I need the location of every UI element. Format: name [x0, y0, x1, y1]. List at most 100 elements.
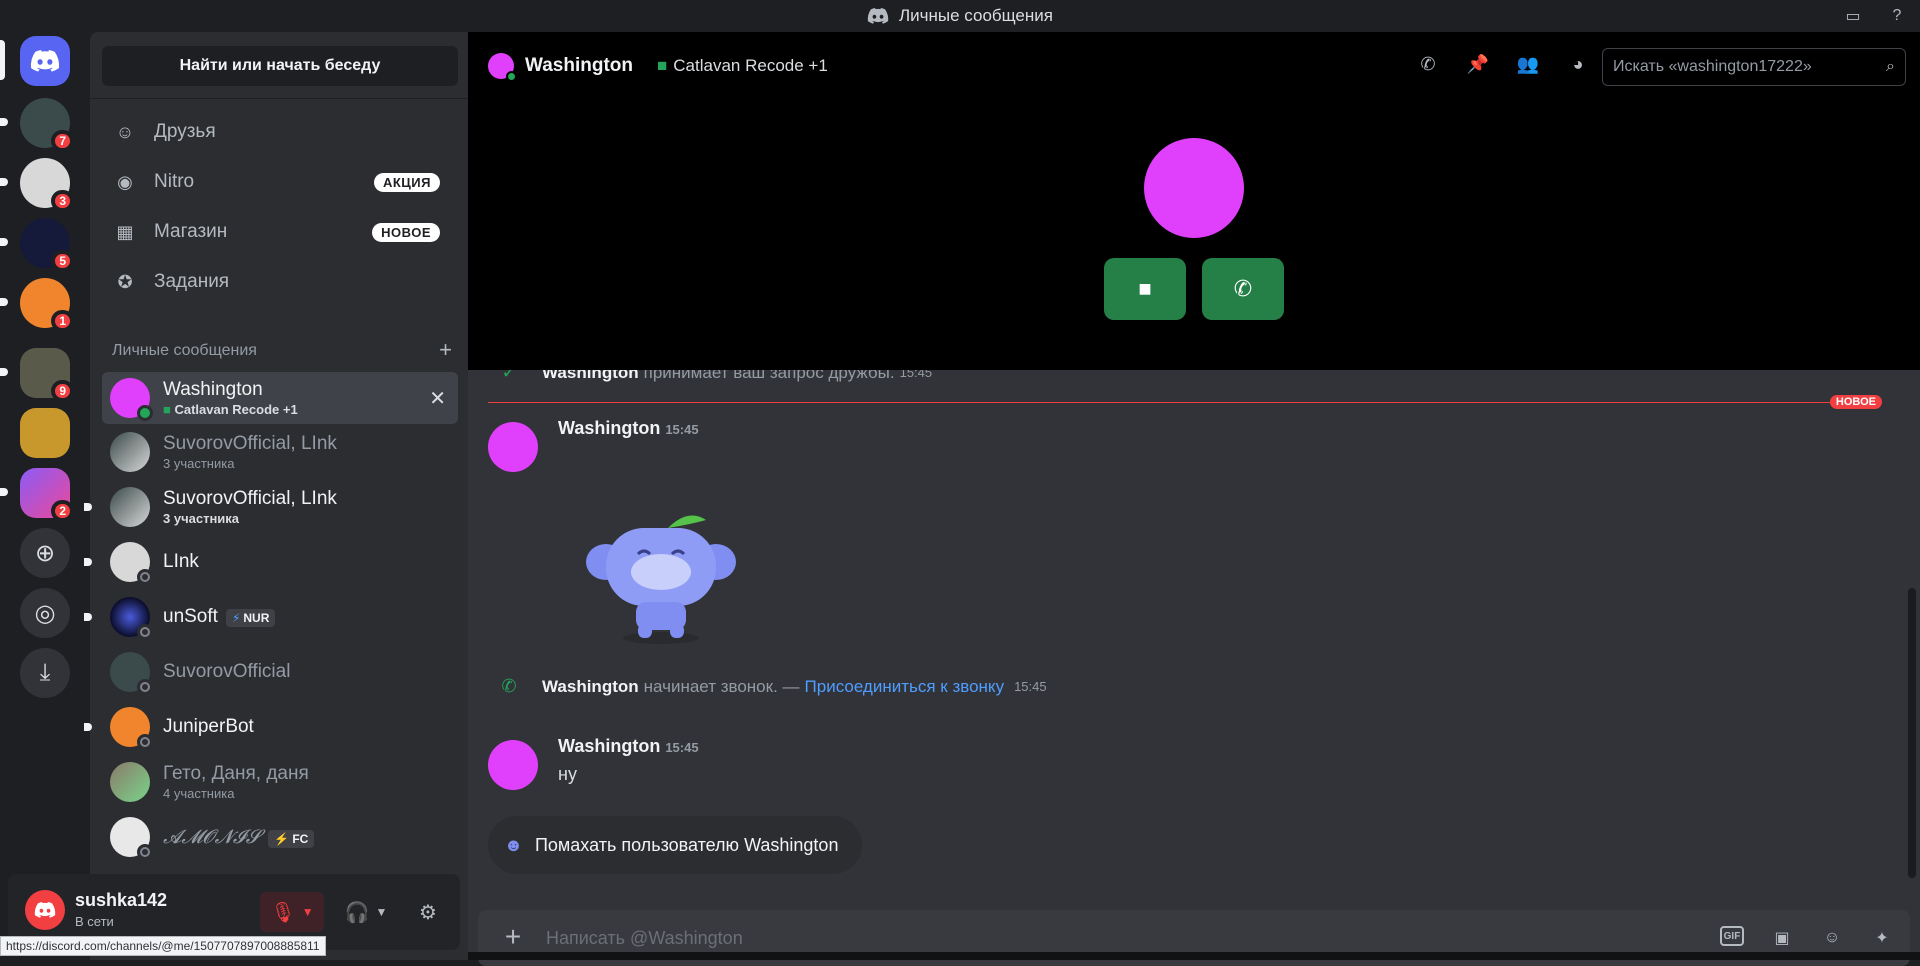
phone-icon: ✆: [1233, 276, 1253, 301]
dm-name-text: 𝓐𝓜𝓞𝓝𝓘𝓢: [163, 826, 261, 848]
home-button[interactable]: [20, 36, 70, 86]
help-icon[interactable]: ?: [1886, 5, 1908, 27]
unread-indicator: [84, 503, 92, 511]
group-avatar: [110, 487, 150, 527]
selected-indicator: [0, 40, 5, 80]
nav-label: Задания: [154, 271, 230, 292]
attach-plus-icon[interactable]: +: [500, 923, 526, 951]
server-icon[interactable]: 7: [20, 98, 74, 152]
server-icon[interactable]: 5: [20, 218, 74, 272]
dm-item-amonis[interactable]: 𝓐𝓜𝓞𝓝𝓘𝓢 ⚡ FC: [102, 811, 458, 863]
online-status-icon: [506, 71, 517, 82]
timestamp: 15:45: [899, 370, 933, 380]
chevron-down-icon[interactable]: ▼: [376, 905, 388, 919]
message-author[interactable]: Washington: [558, 418, 660, 438]
event-user[interactable]: Washington: [542, 677, 639, 697]
header-username[interactable]: Washington: [525, 55, 633, 77]
dm-item-washington[interactable]: Washington ■ Catlavan Recode +1 ✕: [102, 372, 458, 424]
avatar: [110, 542, 153, 585]
apps-icon[interactable]: ✦: [1870, 926, 1894, 950]
dm-name: SuvorovOfficial: [163, 661, 291, 682]
new-messages-badge: НОВОЕ: [1829, 395, 1882, 409]
wumpus-sticker[interactable]: [576, 510, 746, 650]
dm-activity: ■ Catlavan Recode +1: [163, 402, 298, 417]
user-settings-button[interactable]: ⚙: [408, 892, 448, 932]
event-user[interactable]: Washington: [542, 370, 639, 383]
message-author[interactable]: Washington: [558, 736, 660, 756]
chevron-down-icon[interactable]: ▼: [302, 905, 314, 919]
dm-item-group[interactable]: SuvorovOfficial, LInk 3 участника: [102, 426, 458, 478]
offline-status-icon: [140, 737, 150, 747]
mute-toggle[interactable]: 🎙 ▼: [260, 892, 324, 932]
dm-members: 4 участника: [163, 786, 235, 801]
bolt-icon: ⚡: [274, 832, 290, 846]
bottom-strip: [468, 952, 1920, 960]
add-friends-icon[interactable]: 👥: [1516, 52, 1540, 76]
gif-icon[interactable]: GIF: [1720, 926, 1744, 946]
title-bar: Личные сообщения ▭ ?: [0, 0, 1920, 32]
download-button[interactable]: ⤓: [20, 648, 70, 698]
unread-indicator: [0, 488, 8, 496]
join-video-call-button[interactable]: ■: [1104, 258, 1186, 320]
message-avatar[interactable]: [488, 422, 538, 472]
discord-logo-icon: [867, 8, 889, 24]
header-activity[interactable]: ■ Catlavan Recode +1: [657, 56, 828, 76]
dm-item-link[interactable]: LInk: [84, 536, 458, 588]
dm-item-unsoft[interactable]: unSoft ⚡ NUR: [84, 591, 458, 643]
close-dm-icon[interactable]: ✕: [429, 386, 446, 411]
message-input[interactable]: Написать @Washington: [546, 928, 743, 949]
message-avatar[interactable]: [488, 740, 538, 790]
nav-friends[interactable]: ☺ Друзья: [102, 110, 458, 154]
dm-members: 3 участника: [163, 456, 235, 471]
dm-name: 𝓐𝓜𝓞𝓝𝓘𝓢 ⚡ FC: [163, 826, 315, 848]
sticker-icon[interactable]: ▣: [1770, 926, 1794, 950]
timestamp: 15:45: [665, 740, 699, 755]
avatar: [110, 817, 153, 860]
server-icon[interactable]: 3: [20, 158, 74, 212]
offline-status-icon: [140, 627, 150, 637]
discord-logo-icon: [34, 902, 56, 918]
unread-indicator: [0, 298, 8, 306]
dm-item-suvorov[interactable]: SuvorovOfficial: [102, 646, 458, 698]
dm-item-group[interactable]: Гето, Даня, даня 4 участника: [102, 756, 458, 808]
find-conversation-button[interactable]: Найти или начать беседу: [102, 46, 458, 86]
scrollbar-thumb[interactable]: [1908, 588, 1916, 878]
voice-call-icon[interactable]: ✆: [1416, 52, 1440, 76]
create-dm-icon[interactable]: +: [439, 339, 452, 361]
gamepad-icon: ■: [163, 402, 171, 417]
nav-quests[interactable]: ✪ Задания: [102, 260, 458, 304]
nav-nitro[interactable]: ◉ Nitro АКЦИЯ: [102, 160, 458, 204]
explore-button[interactable]: ◎: [20, 588, 70, 638]
offline-status-icon: [140, 682, 150, 692]
search-input[interactable]: Искать «washington17222» ⌕: [1602, 48, 1906, 86]
user-profile-icon[interactable]: ◕: [1566, 52, 1590, 76]
server-icon[interactable]: 9: [20, 348, 74, 402]
mic-off-icon: 🎙: [270, 901, 296, 924]
group-avatar: [110, 432, 150, 472]
deafen-toggle[interactable]: 🎧 ▼: [334, 892, 398, 932]
server-icon[interactable]: 1: [20, 278, 74, 332]
nav-shop[interactable]: ▦ Магазин НОВОЕ: [102, 210, 458, 254]
join-voice-call-button[interactable]: ✆: [1202, 258, 1284, 320]
wave-button[interactable]: ☻ Помахать пользователю Washington: [488, 816, 863, 874]
call-panel: ■ ✆: [468, 100, 1920, 370]
dm-item-group[interactable]: SuvorovOfficial, LInk 3 участника: [84, 481, 458, 533]
inbox-icon[interactable]: ▭: [1842, 5, 1864, 27]
join-call-link[interactable]: Присоединиться к звонку: [805, 677, 1005, 697]
clan-tag-text: NUR: [243, 611, 270, 625]
pin-icon[interactable]: 📌: [1466, 52, 1490, 76]
dm-item-juniperbot[interactable]: JuniperBot: [84, 701, 458, 753]
emoji-icon[interactable]: ☺: [1820, 926, 1844, 950]
server-folder[interactable]: 2: [20, 468, 74, 522]
nav-label: Друзья: [154, 121, 216, 142]
call-avatar: [1144, 138, 1244, 238]
user-avatar[interactable]: [25, 890, 65, 930]
dm-name: SuvorovOfficial, LInk: [163, 488, 337, 509]
friend-accept-event: ✓ Washington принимает ваш запрос дружбы…: [484, 370, 932, 383]
unread-indicator: [84, 613, 92, 621]
add-server-button[interactable]: ⊕: [20, 528, 70, 578]
dm-section-header: Личные сообщения +: [112, 339, 452, 361]
discord-logo-icon: [30, 50, 60, 72]
server-icon[interactable]: [20, 408, 70, 458]
header-avatar[interactable]: [488, 53, 517, 82]
